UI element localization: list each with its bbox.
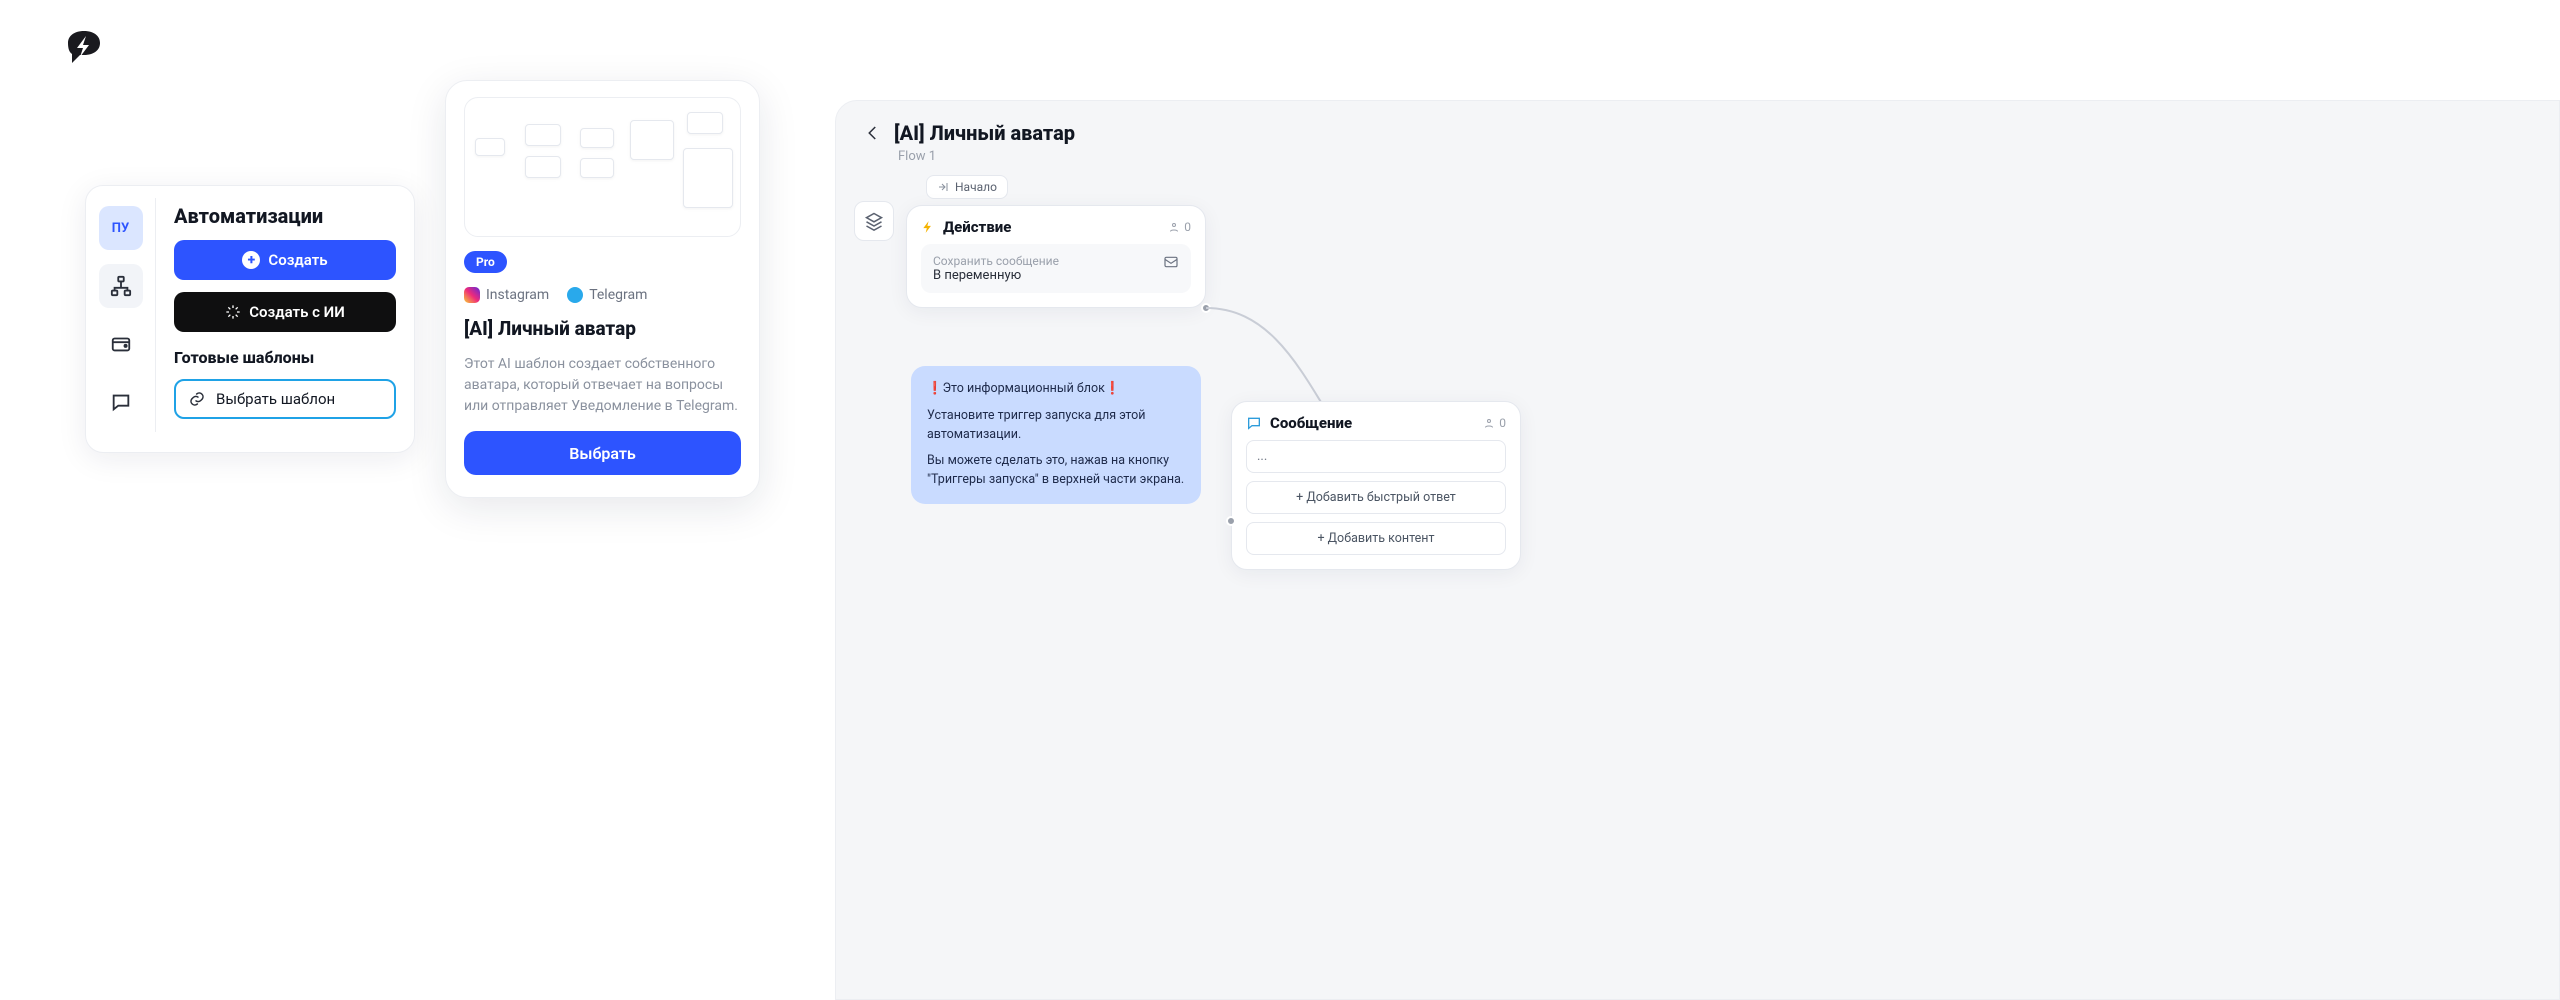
choose-template-label: Выбрать шаблон [216,390,335,408]
back-arrow-icon[interactable] [864,124,882,142]
layers-button[interactable] [854,201,894,241]
flow-editor: [AI] Личный аватар Flow 1 Начало Действи… [835,100,2560,1000]
telegram-icon [567,287,583,303]
message-input-port[interactable] [1226,516,1236,526]
message-node[interactable]: Сообщение 0 ... + Добавить быстрый ответ… [1231,401,1521,570]
sidebar-avatar[interactable]: ПУ [99,206,143,250]
message-node-title: Сообщение [1270,414,1352,432]
sidebar-item-flows[interactable] [99,264,143,308]
enter-icon [937,181,949,193]
sparkle-icon [225,304,241,320]
create-ai-button-label: Создать с ИИ [249,303,345,321]
start-tag[interactable]: Начало [926,175,1008,199]
platform-telegram: Telegram [567,287,647,303]
select-template-label: Выбрать [569,444,636,463]
message-text-field[interactable]: ... [1246,440,1506,473]
sidebar: ПУ [86,198,156,432]
bolt-icon [921,220,935,234]
app-logo [60,25,108,73]
add-quick-reply-button[interactable]: + Добавить быстрый ответ [1246,481,1506,514]
sitemap-icon [110,275,132,297]
layers-icon [864,211,884,231]
action-node[interactable]: Действие 0 Сохранить сообщение В перемен… [906,205,1206,308]
action-node-title: Действие [943,218,1011,236]
templates-header: Готовые шаблоны [174,348,396,367]
sidebar-item-wallet[interactable] [99,322,143,366]
flow-title: [AI] Личный аватар [894,121,1075,145]
create-ai-button[interactable]: Создать с ИИ [174,292,396,332]
link-icon [188,390,206,408]
instagram-icon [464,287,480,303]
chat-bubble-icon [110,391,132,413]
platforms-row: Instagram Telegram [464,287,741,303]
action-sub-label: Сохранить сообщение [933,254,1059,268]
open-icon [1163,254,1179,270]
action-subcard[interactable]: Сохранить сообщение В переменную [921,244,1191,293]
avatar-initials: ПУ [112,221,129,236]
panel-title: Автоматизации [174,204,396,228]
template-thumbnail [464,97,741,237]
action-node-count: 0 [1168,220,1191,234]
pro-badge: Pro [464,251,507,273]
start-tag-label: Начало [955,180,997,194]
message-icon [1246,415,1262,431]
info-block: ❗Это информационный блок❗ Установите три… [911,366,1201,504]
wallet-icon [110,333,132,355]
automations-panel: ПУ Автоматизации + Создать Создать с ИИ … [85,185,415,453]
action-sub-value: В переменную [933,268,1059,283]
add-content-button[interactable]: + Добавить контент [1246,522,1506,555]
select-template-button[interactable]: Выбрать [464,431,741,475]
plus-icon: + [242,251,260,269]
choose-template-button[interactable]: Выбрать шаблон [174,379,396,419]
person-icon [1168,221,1180,233]
template-description: Этот AI шаблон создает собственного ават… [464,354,741,417]
platform-instagram: Instagram [464,287,549,303]
create-button-label: Создать [268,251,327,269]
create-button[interactable]: + Создать [174,240,396,280]
template-title: [AI] Личный аватар [464,317,741,340]
message-node-count: 0 [1483,416,1506,430]
sidebar-item-chat[interactable] [99,380,143,424]
template-card: Pro Instagram Telegram [AI] Личный авата… [445,80,760,498]
flow-subtitle: Flow 1 [898,149,936,164]
person-icon [1483,417,1495,429]
